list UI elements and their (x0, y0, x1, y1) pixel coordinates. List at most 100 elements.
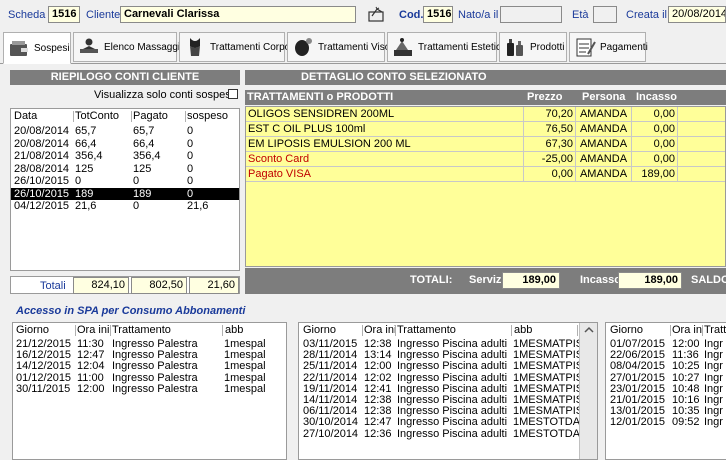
riepilogo-cell: 0 (187, 162, 194, 175)
spa-cell: Ingr (704, 361, 723, 373)
tab-trattamenti-estetica[interactable]: Trattamenti Estetica (387, 32, 507, 62)
scroll-up-icon[interactable] (580, 323, 598, 337)
dettaglio-row[interactable]: EST C OIL PLUS 100ml 76,50 AMANDA 0,00 (246, 122, 725, 137)
riepilogo-cell: 21/08/2014 (14, 150, 70, 162)
spa-row[interactable]: 25/11/2014 12:00 Ingresso Piscina adulti 1M… (299, 361, 597, 372)
spa-row[interactable]: 19/11/2014 12:41 Ingresso Piscina adulti 1M… (299, 384, 597, 395)
dettaglio-cell (678, 137, 725, 151)
column-header[interactable]: Trattamento (111, 325, 223, 336)
tab-trattamenti-viso[interactable]: Trattamenti Viso (287, 32, 390, 62)
creata-field[interactable]: 20/08/2014 (668, 6, 726, 23)
tab-label: Trattamenti Estetica (418, 41, 507, 53)
incasso-label: Incasso (580, 274, 621, 286)
only-suspended-checkbox[interactable] (228, 89, 238, 99)
spa-row[interactable]: 01/07/2015 12:00 Ingr (606, 339, 726, 350)
spa-cell: 1MESMATPIS (513, 361, 579, 373)
spa-row[interactable]: 03/11/2015 12:38 Ingresso Piscina adulti 1M… (299, 339, 597, 350)
edit-client-icon[interactable] (368, 6, 386, 23)
column-header[interactable]: sospeso (186, 111, 239, 122)
spa-cell: 12:41 (364, 383, 392, 395)
scheda-field[interactable]: 1516 (48, 6, 80, 23)
dettaglio-row[interactable]: OLIGOS SENSIDREN 200ML 70,20 AMANDA 0,00 (246, 107, 725, 122)
riepilogo-row[interactable]: 21/08/2014 356,4 356,4 0 (11, 150, 239, 162)
riepilogo-row[interactable]: 28/08/2014 125 125 0 (11, 163, 239, 175)
column-header[interactable]: Trattamento (396, 325, 512, 336)
nato-field[interactable] (500, 6, 562, 23)
riepilogo-cell: 125 (75, 162, 94, 175)
column-header[interactable]: Giorno (16, 325, 76, 336)
spa-row[interactable]: 23/01/2015 10:48 Ingr (606, 384, 726, 395)
spa-cell: 13/01/2015 (610, 406, 666, 418)
column-header[interactable]: Giorno (303, 325, 363, 336)
dettaglio-cell (678, 152, 725, 166)
column-header[interactable]: Ora ini (76, 325, 111, 336)
tab-pagamenti[interactable]: Pagamenti (569, 32, 648, 62)
spa-row[interactable]: 13/01/2015 10:35 Ingr (606, 406, 726, 417)
riepilogo-cell: 26/10/2015 (14, 175, 70, 187)
cliente-field[interactable]: Carnevali Clarissa (120, 6, 356, 23)
tot-sospeso-field: 21,60 (189, 277, 239, 294)
spa-row[interactable]: 14/12/2015 12:04 Ingresso Palestra 1mespal (13, 361, 286, 372)
dettaglio-row[interactable]: EM LIPOSIS EMULSION 200 ML 67,30 AMANDA 0,0… (246, 137, 725, 152)
spa-list-2-scrollbar[interactable] (579, 323, 598, 459)
spa-row[interactable]: 08/04/2015 10:25 Ingr (606, 361, 726, 372)
spa-header-row: Giorno Ora ini Trattamento abb (13, 325, 286, 336)
spa-row[interactable]: 28/11/2014 13:14 Ingresso Piscina adulti 1M… (299, 350, 597, 361)
column-header[interactable]: Trattamento (703, 325, 726, 336)
spa-row[interactable]: 30/10/2014 12:47 Ingresso Piscina adulti 1M… (299, 417, 597, 428)
column-header[interactable]: Ora ini (363, 325, 396, 336)
spa-row[interactable]: 16/12/2015 12:47 Ingresso Palestra 1mespal (13, 350, 286, 361)
tab-sospesi[interactable]: Sospesi (3, 32, 71, 64)
spa-row[interactable]: 21/12/2015 11:30 Ingresso Palestra 1mespal (13, 339, 286, 350)
dettaglio-row[interactable]: Pagato VISA 0,00 AMANDA 189,00 (246, 167, 725, 182)
spa-cell: 12:38 (364, 395, 392, 406)
riepilogo-cell: 356,4 (133, 150, 161, 162)
column-header[interactable]: Persona (582, 90, 625, 105)
riepilogo-header-row: Data TotConto Pagato sospeso (11, 111, 239, 122)
spa-cell: 21/12/2015 (16, 339, 72, 350)
dettaglio-row[interactable]: Sconto Card -25,00 AMANDA 0,00 (246, 152, 725, 167)
spa-cell: 22/11/2014 (303, 372, 358, 384)
column-header[interactable]: TotConto (74, 111, 132, 122)
dettaglio-grid: OLIGOS SENSIDREN 200ML 70,20 AMANDA 0,00 EST… (245, 106, 726, 267)
spa-cell: Ingresso Piscina adulti (397, 350, 508, 362)
column-header[interactable]: Prezzo (527, 90, 562, 105)
spa-cell: 12:38 (364, 339, 392, 350)
column-header[interactable]: TRATTAMENTI o PRODOTTI (247, 90, 393, 105)
spa-row[interactable]: 27/10/2014 12:36 Ingresso Piscina adulti 1M… (299, 429, 597, 440)
spa-cell: 12:00 (364, 361, 392, 373)
riepilogo-row[interactable]: 26/10/2015 0 0 0 (11, 175, 239, 187)
tab-elenco-massaggi[interactable]: Elenco Massaggi (73, 32, 181, 62)
spa-row[interactable]: 21/01/2015 10:16 Ingr (606, 395, 726, 406)
eta-field[interactable] (593, 6, 617, 23)
spa-row[interactable]: 22/11/2014 12:02 Ingresso Piscina adulti 1M… (299, 373, 597, 384)
tab-trattamenti-corpo[interactable]: Trattamenti Corpo (179, 32, 290, 62)
column-header[interactable]: abb (223, 325, 286, 336)
column-header[interactable]: Data (14, 111, 74, 122)
spa-row[interactable]: 01/12/2015 11:00 Ingresso Palestra 1mespal (13, 373, 286, 384)
spa-cell: 21/01/2015 (610, 395, 666, 406)
spa-cell: 10:35 (672, 406, 700, 418)
spa-row[interactable]: 12/01/2015 09:52 Ingr (606, 417, 726, 428)
spa-cell: 11:00 (77, 372, 104, 384)
column-header[interactable]: Pagato (132, 111, 186, 122)
spa-row[interactable]: 27/01/2015 10:27 Ingr (606, 373, 726, 384)
riepilogo-row[interactable]: 04/12/2015 21,6 0 21,6 (11, 200, 239, 212)
column-header[interactable]: Incasso (636, 90, 677, 105)
tab-prodotti[interactable]: Prodotti (499, 32, 567, 62)
spa-row[interactable]: 22/06/2015 11:36 Ingr (606, 350, 726, 361)
riepilogo-row[interactable]: 20/08/2014 66,4 66,4 0 (11, 138, 239, 150)
tab-label: Elenco Massaggi (104, 41, 181, 53)
dettaglio-cell: Sconto Card (246, 152, 524, 166)
spa-row[interactable]: 30/11/2015 12:00 Ingresso Palestra 1mespal (13, 384, 286, 395)
column-header[interactable]: Ora ini (671, 325, 703, 336)
spa-header-row: Giorno Ora ini Trattamento (606, 325, 726, 336)
spa-row[interactable]: 14/11/2014 12:38 Ingresso Piscina adulti 1M… (299, 395, 597, 406)
column-header[interactable]: Giorno (610, 325, 671, 336)
riepilogo-row[interactable]: 20/08/2014 65,7 65,7 0 (11, 125, 239, 137)
cod-field[interactable]: 1516 (423, 6, 453, 23)
column-header[interactable]: abb (512, 325, 578, 336)
riepilogo-cell: 65,7 (75, 125, 97, 137)
riepilogo-row[interactable]: 26/10/2015 189 189 0 (11, 187, 239, 200)
spa-row[interactable]: 06/11/2014 12:38 Ingresso Piscina adulti 1M… (299, 406, 597, 417)
